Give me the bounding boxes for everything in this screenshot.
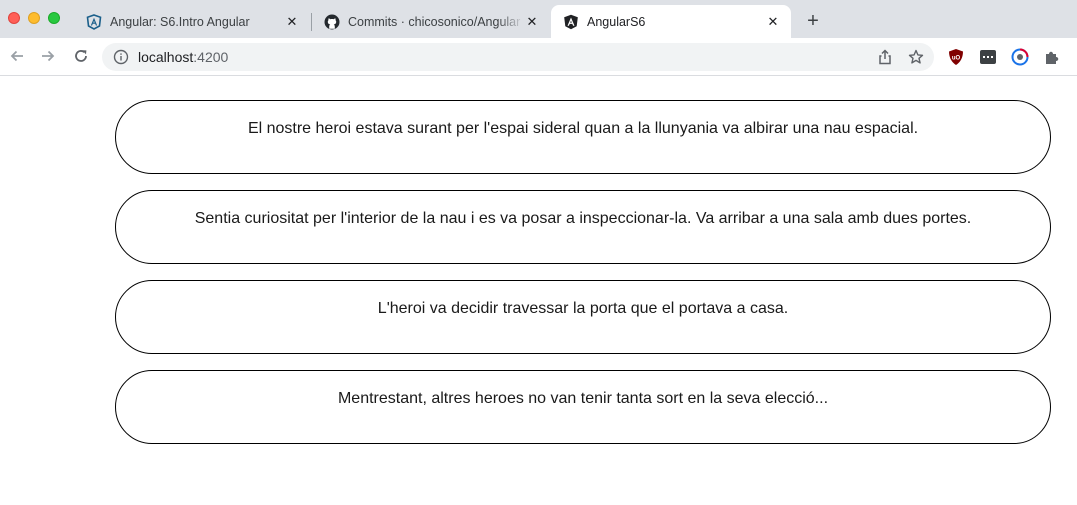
tab-strip: Angular: S6.Intro Angular ✕ Commits · ch… (0, 0, 1077, 38)
scene-card-3: L'heroi va decidir travessar la porta qu… (115, 280, 1051, 354)
tab-angular-intro[interactable]: Angular: S6.Intro Angular ✕ (74, 5, 310, 38)
extension-terminal-icon[interactable] (979, 48, 997, 66)
scene-text: Sentia curiositat per l'interior de la n… (194, 210, 972, 227)
svg-text:uO: uO (952, 56, 961, 62)
url-port: :4200 (193, 49, 229, 65)
scene-text: L'heroi va decidir travessar la porta qu… (377, 300, 789, 317)
close-icon[interactable]: ✕ (524, 14, 540, 30)
scene-text: El nostre heroi estava surant per l'espa… (247, 120, 919, 137)
window-minimize-button[interactable] (28, 12, 40, 24)
window-maximize-button[interactable] (48, 12, 60, 24)
scene-card-4: Mentrestant, altres heroes no van tenir … (115, 370, 1051, 444)
tab-commits[interactable]: Commits · chicosonico/Angular ✕ (312, 5, 550, 38)
angular-icon (563, 14, 579, 30)
back-button[interactable] (7, 46, 27, 66)
arrow-left-icon (10, 50, 23, 62)
bookmark-star-icon[interactable] (908, 49, 924, 65)
tab-title: Commits · chicosonico/Angular (348, 14, 521, 29)
new-tab-button[interactable]: + (802, 10, 824, 32)
ublock-icon[interactable]: uO (947, 48, 965, 66)
info-icon[interactable] (113, 49, 129, 65)
github-icon (324, 14, 340, 30)
share-icon[interactable] (877, 49, 893, 65)
reload-icon (75, 50, 87, 62)
scene-card-1: El nostre heroi estava surant per l'espa… (115, 100, 1051, 174)
tab-title: AngularS6 (587, 14, 646, 29)
forward-button[interactable] (38, 46, 58, 66)
angular-outline-icon (86, 13, 102, 30)
tab-title: Angular: S6.Intro Angular (110, 14, 250, 29)
extensions-puzzle-icon[interactable] (1043, 48, 1061, 66)
url-host: localhost (138, 49, 194, 65)
scene-card-2: Sentia curiositat per l'interior de la n… (115, 190, 1051, 264)
address-bar[interactable]: localhost:4200 (102, 43, 934, 71)
scene-text: Mentrestant, altres heroes no van tenir … (337, 390, 829, 407)
close-icon[interactable]: ✕ (765, 14, 781, 30)
window-close-button[interactable] (8, 12, 20, 24)
arrow-right-icon (42, 50, 55, 62)
page-content: El nostre heroi estava surant per l'espa… (0, 77, 1077, 505)
browser-toolbar: localhost:4200 uO (0, 38, 1077, 76)
tab-angulars6[interactable]: AngularS6 ✕ (551, 5, 791, 38)
extension-sync-icon[interactable] (1011, 48, 1029, 66)
close-icon[interactable]: ✕ (284, 14, 300, 30)
url-text: localhost:4200 (138, 49, 228, 65)
reload-button[interactable] (71, 46, 91, 66)
